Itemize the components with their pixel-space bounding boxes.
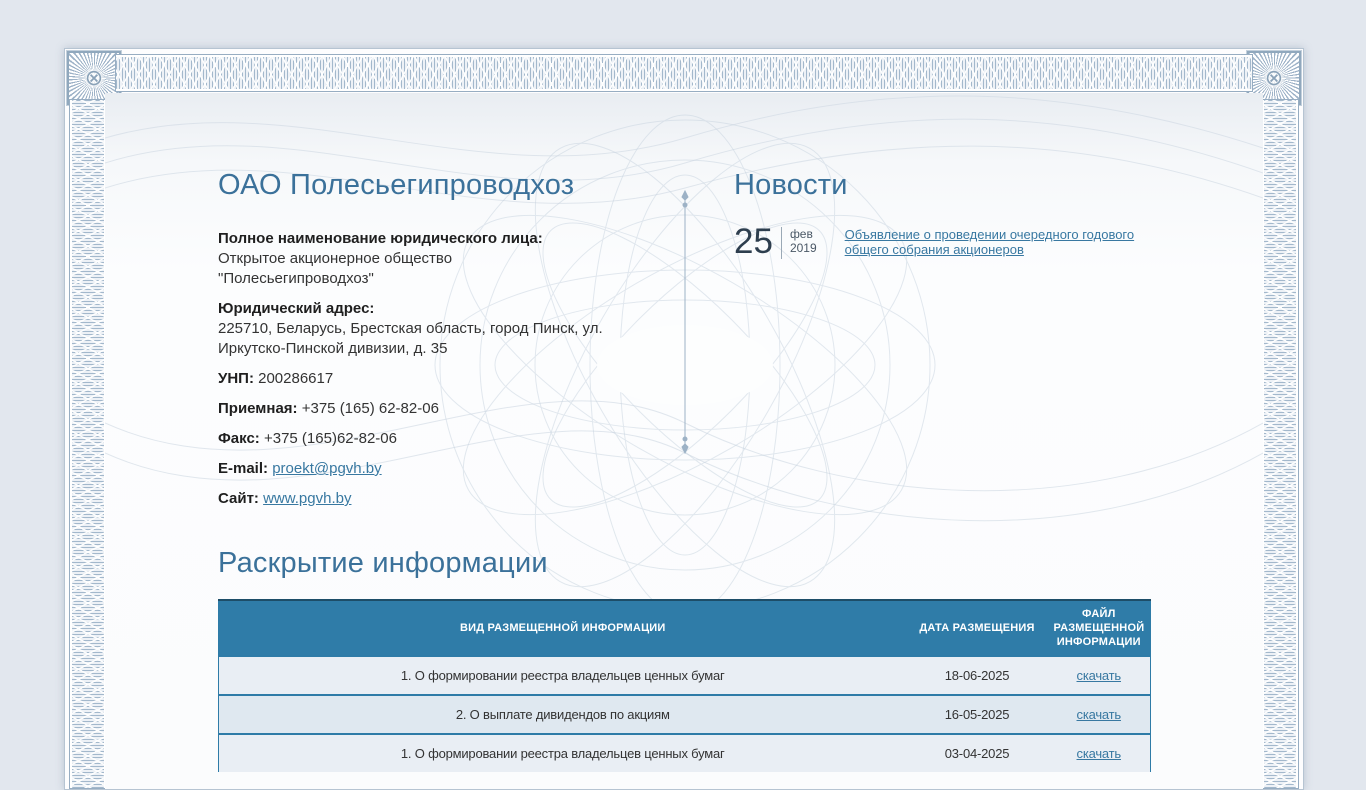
column-header-date: ДАТА РАЗМЕЩЕНИЯ bbox=[906, 600, 1048, 656]
disclosure-title: Раскрытие информации bbox=[218, 547, 548, 579]
frame-border-top bbox=[115, 54, 1253, 92]
company-site: Сайт: www.pgvh.by bbox=[218, 490, 352, 507]
date-separator bbox=[780, 227, 782, 259]
page-title: ОАО Полесьегипроводхоз bbox=[218, 169, 575, 201]
frame-border-right bbox=[1261, 99, 1299, 789]
company-unp: УНП: 200286617 bbox=[218, 370, 334, 387]
news-day: 25 bbox=[734, 222, 773, 261]
download-link[interactable]: скачать bbox=[1077, 746, 1122, 761]
table-row: 2. О выплате дивидендов по акциям 16-05-… bbox=[218, 694, 1151, 734]
news-section: Новости 25 фев 2019 Объявление о проведе… bbox=[734, 167, 1164, 259]
news-title: Новости bbox=[734, 169, 848, 201]
email-link[interactable]: proekt@pgvh.by bbox=[272, 460, 381, 477]
cell-date: 18-06-2025 bbox=[906, 655, 1048, 695]
company-full-name: Полное наименование юридического лица: О… bbox=[218, 230, 543, 287]
company-phone: Приемная: +375 (165) 62-82-06 bbox=[218, 400, 439, 417]
company-info-section: ОАО Полесьегипроводхоз Полное наименован… bbox=[218, 167, 603, 519]
cell-date: 16-05-2025 bbox=[906, 694, 1048, 734]
news-date: 25 фев 2019 bbox=[734, 222, 817, 261]
download-link[interactable]: скачать bbox=[1077, 707, 1122, 722]
download-link[interactable]: скачать bbox=[1077, 668, 1122, 683]
table-header-row: ВИД РАЗМЕЩЕННОЙ ИНФОРМАЦИИ ДАТА РАЗМЕЩЕН… bbox=[218, 600, 1151, 656]
column-header-file: ФАЙЛ РАЗМЕЩЕННОЙ ИНФОРМАЦИИ bbox=[1047, 600, 1151, 656]
table-row: 1. О формировании реестра владельцев цен… bbox=[218, 733, 1151, 772]
certificate-frame: ⊗ ⊗ ОАО Полесьегипроводхоз Полное наимен… bbox=[64, 48, 1304, 790]
column-header-kind: ВИД РАЗМЕЩЕННОЙ ИНФОРМАЦИИ bbox=[218, 600, 907, 656]
news-announcement-link[interactable]: Объявление о проведении очередного годов… bbox=[845, 225, 1164, 257]
news-month: фев bbox=[789, 227, 813, 241]
cell-date: 03-04-2025 bbox=[906, 733, 1048, 772]
page-content: ОАО Полесьегипроводхоз Полное наименован… bbox=[105, 93, 1263, 789]
news-item: 25 фев 2019 Объявление о проведении очер… bbox=[734, 222, 1164, 261]
company-fax: Факс: +375 (165)62-82-06 bbox=[218, 430, 397, 447]
page: { "company": { "title": "ОАО Полесьегипр… bbox=[0, 0, 1366, 790]
company-email: E-mail: proekt@pgvh.by bbox=[218, 460, 382, 477]
news-year: 2019 bbox=[789, 241, 817, 255]
cell-kind: 1. О формировании реестра владельцев цен… bbox=[218, 733, 907, 772]
table-row: 1. О формировании реестра владельцев цен… bbox=[218, 655, 1151, 695]
disclosure-table: ВИД РАЗМЕЩЕННОЙ ИНФОРМАЦИИ ДАТА РАЗМЕЩЕН… bbox=[218, 599, 1151, 772]
cell-kind: 2. О выплате дивидендов по акциям bbox=[218, 694, 907, 734]
company-legal-address: Юридический адрес: 225710, Беларусь, Бре… bbox=[218, 300, 603, 357]
website-link[interactable]: www.pgvh.by bbox=[263, 490, 351, 507]
cell-kind: 1. О формировании реестра владельцев цен… bbox=[218, 655, 907, 695]
frame-border-left bbox=[69, 99, 107, 789]
